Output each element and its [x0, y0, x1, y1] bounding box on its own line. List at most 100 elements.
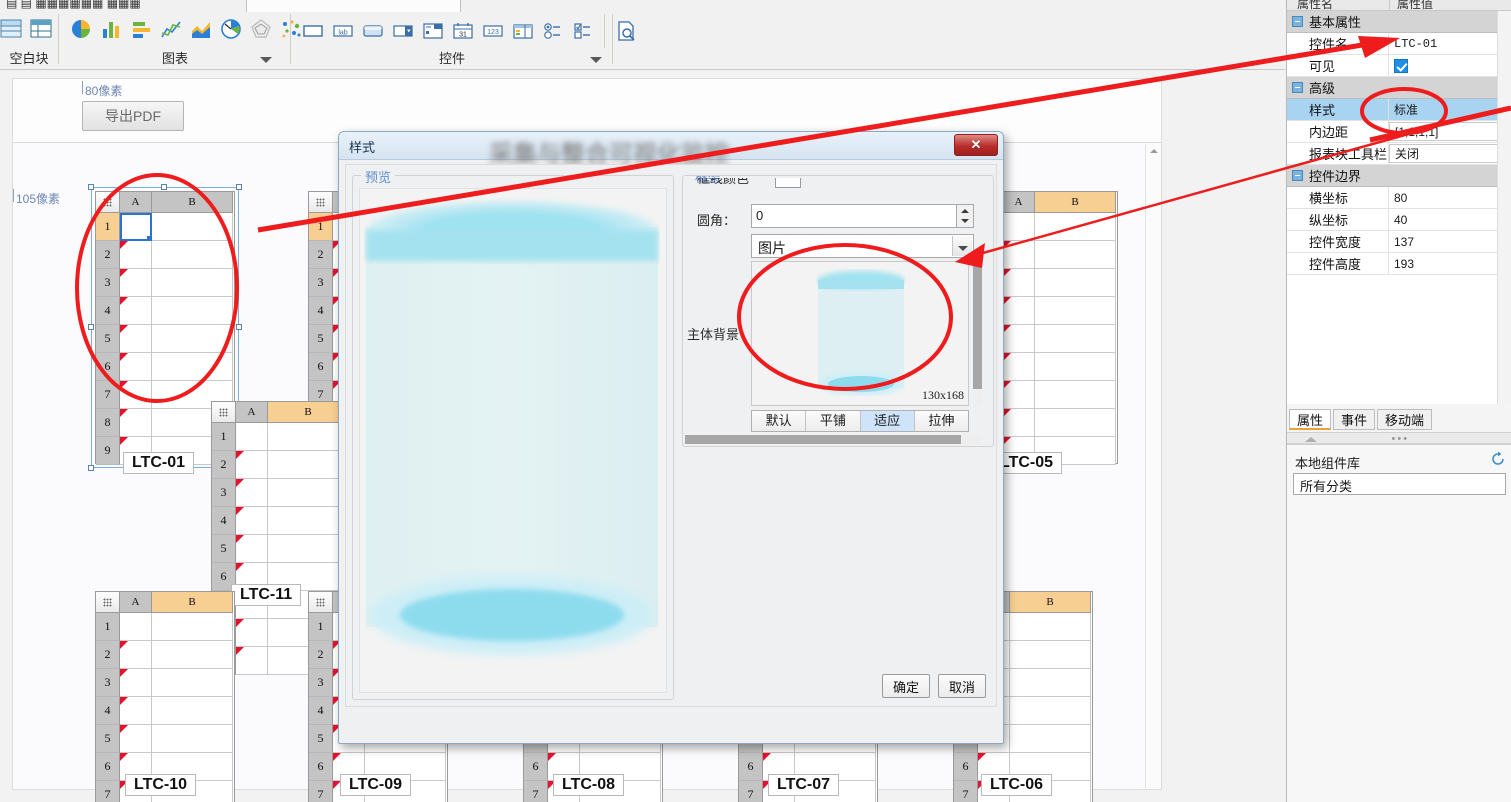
row-header[interactable]: 1 — [96, 613, 120, 641]
charts-expander-icon[interactable] — [260, 53, 272, 65]
row-header[interactable]: 7 — [96, 381, 120, 409]
table-cell[interactable] — [120, 669, 152, 697]
table-cell[interactable] — [120, 269, 152, 297]
property-grid[interactable]: 基本属性 控件名 LTC-01 可见 高级 样式 标准 内边距 [1,1,1,1 — [1287, 11, 1511, 404]
row-header[interactable]: 3 — [96, 669, 120, 697]
table-cell[interactable] — [120, 353, 152, 381]
table-cell[interactable] — [268, 451, 349, 479]
table-cell-active[interactable] — [120, 213, 153, 242]
table-cell[interactable] — [120, 613, 152, 641]
row-header[interactable]: 9 — [96, 437, 120, 465]
table-cell[interactable] — [120, 409, 152, 437]
property-value[interactable]: LTC-01 — [1389, 33, 1511, 54]
textbox-icon[interactable] — [298, 16, 328, 46]
property-row-padding[interactable]: 内边距 [1,1,1,1] — [1287, 121, 1511, 143]
dialog-titlebar[interactable]: 采集与整合可视化监控 样式 ✕ — [339, 132, 1003, 168]
table-cell[interactable] — [268, 423, 349, 451]
column-header-a[interactable]: A — [120, 192, 152, 213]
radar-chart-icon[interactable] — [246, 14, 276, 44]
table-cell[interactable] — [1003, 325, 1035, 353]
row-header[interactable]: 2 — [96, 641, 120, 669]
border-color-swatch[interactable] — [775, 178, 801, 188]
row-header[interactable]: 2 — [212, 451, 236, 479]
row-header[interactable]: 7 — [96, 781, 120, 802]
row-header[interactable]: 6 — [309, 353, 333, 381]
close-icon[interactable]: ✕ — [954, 134, 998, 156]
table-cell[interactable] — [120, 241, 152, 269]
table-cell[interactable] — [1003, 297, 1035, 325]
property-value[interactable]: 标准 — [1389, 99, 1511, 120]
tab-properties[interactable]: 属性 — [1289, 409, 1332, 430]
table-cell[interactable] — [152, 353, 233, 381]
row-header[interactable]: 7 — [739, 781, 763, 802]
property-value[interactable]: 80 — [1389, 187, 1511, 208]
table-cell[interactable] — [236, 535, 268, 563]
visible-checkbox[interactable] — [1394, 58, 1408, 73]
property-value[interactable]: 137 — [1389, 231, 1511, 252]
collapse-caret-icon[interactable] — [1305, 437, 1317, 442]
fill-type-combobox[interactable]: 图片 — [751, 234, 974, 258]
table-select-all-icon[interactable] — [309, 192, 333, 213]
report-table-ltc10[interactable]: AB 1 2 3 4 5 6 7 8 9 — [95, 591, 235, 802]
row-header[interactable]: 1 — [96, 213, 120, 241]
widgets-expander-icon[interactable] — [590, 53, 602, 65]
property-value[interactable]: 193 — [1389, 253, 1511, 274]
table-cell[interactable] — [1035, 269, 1116, 297]
preview-icon[interactable] — [611, 16, 641, 46]
table-cell[interactable] — [152, 241, 233, 269]
component-category-select[interactable]: 所有分类 — [1293, 473, 1506, 495]
listbox-icon[interactable] — [418, 16, 448, 46]
tab-events[interactable]: 事件 — [1333, 409, 1376, 430]
hbar-chart-icon[interactable] — [126, 14, 156, 44]
table-cell[interactable] — [152, 697, 233, 725]
area-chart-icon[interactable] — [186, 14, 216, 44]
table-select-all-icon[interactable] — [96, 592, 120, 613]
property-row-widget-name[interactable]: 控件名 LTC-01 — [1287, 33, 1511, 55]
fit-option-tile[interactable]: 平铺 — [806, 411, 861, 431]
date-picker-icon[interactable]: 31 — [448, 16, 478, 46]
property-group-bounds[interactable]: 控件边界 — [1287, 165, 1511, 187]
splitter-grip-icon[interactable]: ••• — [1392, 434, 1410, 445]
row-header[interactable]: 6 — [96, 353, 120, 381]
table-cell[interactable] — [1035, 241, 1116, 269]
grid-icon[interactable] — [508, 16, 538, 46]
table-cell[interactable] — [236, 423, 268, 451]
table-cell[interactable] — [152, 297, 233, 325]
selection-handle[interactable] — [236, 324, 242, 330]
table-cell[interactable] — [120, 641, 152, 669]
table-cell[interactable] — [152, 725, 233, 753]
tab-mobile[interactable]: 移动端 — [1377, 409, 1433, 430]
row-header[interactable]: 3 — [309, 669, 333, 697]
property-row-width[interactable]: 控件宽度 137 — [1287, 231, 1511, 253]
table-cell[interactable] — [1010, 697, 1091, 725]
corner-radius-stepper[interactable] — [957, 204, 974, 228]
row-header[interactable]: 4 — [212, 507, 236, 535]
radio-icon[interactable] — [538, 16, 568, 46]
scroll-up-icon[interactable] — [1147, 144, 1160, 157]
row-header[interactable]: 6 — [309, 753, 333, 781]
row-header[interactable]: 2 — [309, 241, 333, 269]
table-cell[interactable] — [236, 451, 268, 479]
property-row-y[interactable]: 纵坐标 40 — [1287, 209, 1511, 231]
row-header[interactable]: 2 — [96, 241, 120, 269]
table-cell[interactable] — [1010, 613, 1091, 641]
table-cell[interactable] — [236, 479, 268, 507]
row-header[interactable]: 4 — [309, 297, 333, 325]
corner-radius-input[interactable]: 0 — [751, 204, 957, 228]
table-cell[interactable] — [236, 647, 268, 675]
fit-option-default[interactable]: 默认 — [752, 411, 807, 431]
property-value[interactable]: 40 — [1389, 209, 1511, 230]
row-header[interactable]: 4 — [309, 697, 333, 725]
gauge-chart-icon[interactable] — [216, 14, 246, 44]
combobox-icon[interactable] — [388, 16, 418, 46]
table-cell[interactable] — [236, 619, 268, 647]
selection-handle[interactable] — [161, 184, 167, 190]
table-cell[interactable] — [152, 613, 233, 641]
checkbox-icon[interactable] — [568, 16, 598, 46]
property-value[interactable] — [1389, 55, 1511, 76]
table-cell[interactable] — [120, 325, 152, 353]
row-header[interactable]: 6 — [96, 753, 120, 781]
row-header[interactable]: 6 — [954, 753, 978, 781]
property-row-report-toolbar[interactable]: 报表块工具栏 关闭 — [1287, 143, 1511, 165]
selection-handle[interactable] — [236, 184, 242, 190]
